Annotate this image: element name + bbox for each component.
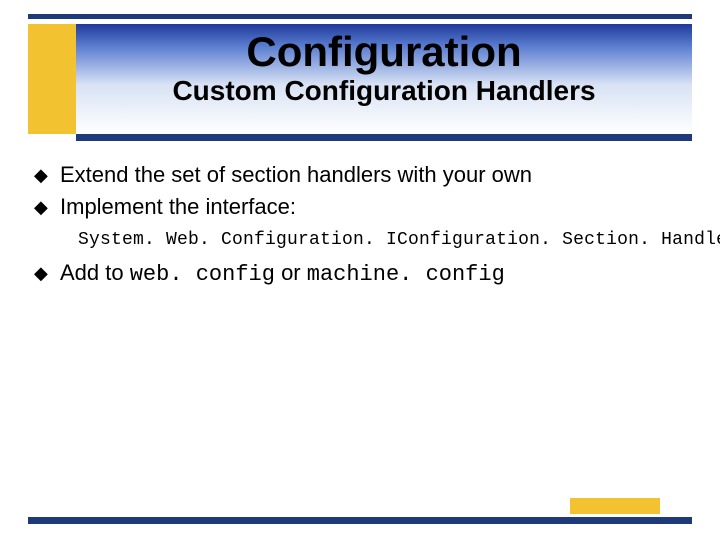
bullet-item: ◆ Add to web. config or machine. config — [34, 258, 690, 290]
accent-block — [28, 24, 76, 134]
slide-subtitle: Custom Configuration Handlers — [76, 76, 692, 105]
header: Configuration Custom Configuration Handl… — [76, 24, 692, 134]
slide-title: Configuration — [76, 30, 692, 74]
bullet-text-mid: or — [275, 260, 307, 285]
bullet-text: Extend the set of section handlers with … — [60, 160, 690, 190]
top-divider — [28, 14, 692, 19]
body-content: ◆ Extend the set of section handlers wit… — [34, 160, 690, 292]
bullet-icon: ◆ — [34, 258, 60, 288]
bullet-icon: ◆ — [34, 160, 60, 190]
bullet-text: Implement the interface: — [60, 192, 690, 222]
bullet-text: Add to web. config or machine. config — [60, 258, 690, 290]
bullet-item: ◆ Implement the interface: — [34, 192, 690, 222]
slide: Configuration Custom Configuration Handl… — [0, 0, 720, 540]
code-webconfig: web. config — [130, 262, 275, 287]
header-underline — [76, 134, 692, 141]
bullet-icon: ◆ — [34, 192, 60, 222]
bullet-text-prefix: Add to — [60, 260, 130, 285]
bullet-item: ◆ Extend the set of section handlers wit… — [34, 160, 690, 190]
accent-bottom — [570, 498, 660, 514]
bottom-divider — [28, 517, 692, 524]
code-machineconfig: machine. config — [307, 262, 505, 287]
code-interface-name: System. Web. Configuration. IConfigurati… — [78, 228, 690, 252]
